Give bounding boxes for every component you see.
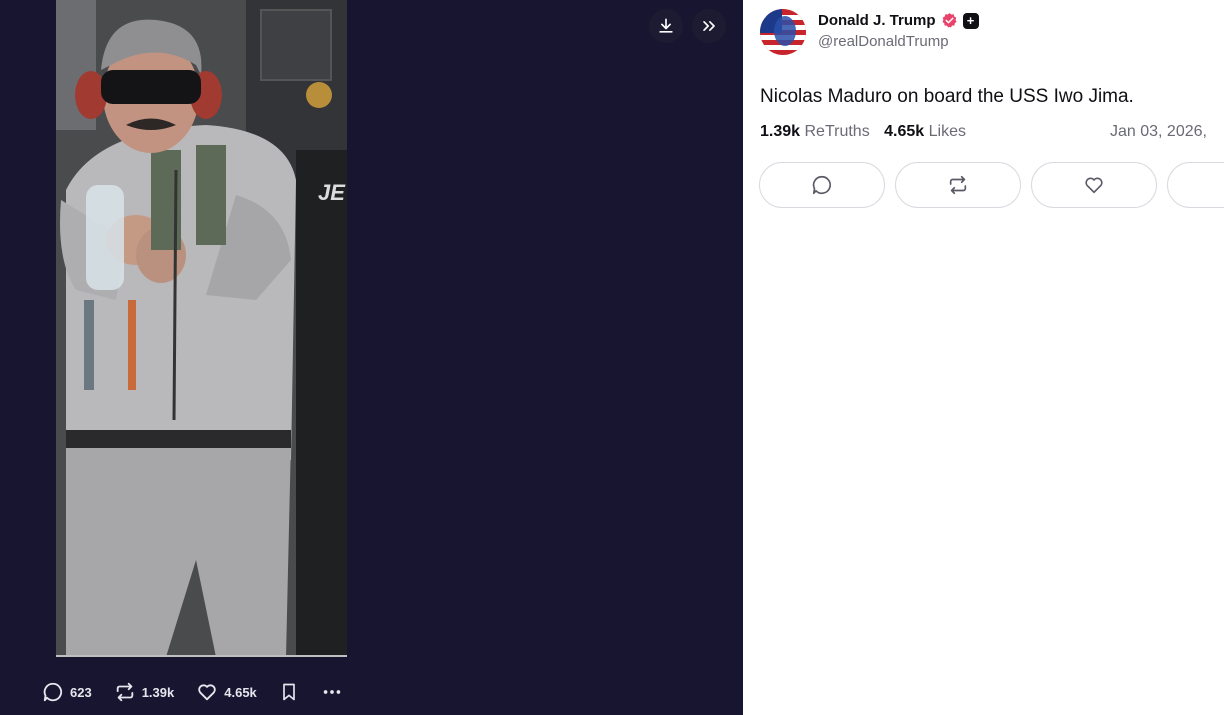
reply-icon (43, 682, 63, 702)
plus-badge: + (962, 12, 979, 29)
reply-button[interactable] (759, 162, 885, 208)
svg-text:JE: JE (318, 180, 346, 205)
post-text: Nicolas Maduro on board the USS Iwo Jima… (760, 86, 1134, 107)
chevrons-right-icon (703, 21, 715, 31)
post-stats: 1.39k ReTruths 4.65k Likes Jan 03, 2026, (760, 123, 1224, 141)
post-photo[interactable]: JE (56, 0, 347, 657)
viewer-like-count: 4.65k (224, 684, 257, 700)
author-handle[interactable]: @realDonaldTrump (818, 33, 979, 50)
viewer-reply-count: 623 (70, 684, 92, 700)
author-name[interactable]: Donald J. Trump (818, 12, 936, 29)
likes-count: 4.65k (884, 123, 925, 140)
retruths-stat[interactable]: 1.39k ReTruths (760, 123, 870, 140)
photo-illustration: JE (56, 0, 347, 655)
viewer-more-button[interactable] (321, 681, 343, 703)
share-button[interactable] (1167, 162, 1224, 208)
toggle-panel-button[interactable] (692, 9, 726, 43)
bookmark-icon (282, 683, 295, 701)
retruths-label: ReTruths (804, 123, 870, 140)
verified-icon (941, 13, 957, 28)
post-panel: Donald J. Trump + @realDonaldTrump Nicol… (743, 0, 1224, 715)
more-icon (323, 690, 341, 694)
avatar[interactable] (760, 9, 806, 55)
viewer-like-button[interactable]: 4.65k (196, 681, 257, 703)
likes-stat[interactable]: 4.65k Likes (884, 123, 966, 140)
like-icon (1085, 177, 1103, 194)
viewer-action-bar: 623 1.39k 4.65k (42, 678, 365, 706)
retruths-count: 1.39k (760, 123, 801, 140)
download-button[interactable] (649, 9, 683, 43)
viewer-retruth-button[interactable]: 1.39k (114, 681, 175, 703)
retruth-button[interactable] (895, 162, 1021, 208)
avatar-image (760, 9, 806, 55)
like-icon (198, 684, 216, 701)
post-date[interactable]: Jan 03, 2026, (1110, 123, 1207, 141)
retruth-icon (116, 682, 133, 702)
author-block: Donald J. Trump + @realDonaldTrump (818, 12, 979, 50)
likes-label: Likes (928, 123, 967, 140)
retruth-icon (949, 175, 967, 195)
reply-icon (812, 175, 831, 195)
viewer-reply-button[interactable]: 623 (42, 681, 92, 703)
media-viewer: JE 623 1.39k 4.65k (0, 0, 743, 715)
like-button[interactable] (1031, 162, 1157, 208)
viewer-retruth-count: 1.39k (141, 684, 175, 700)
download-icon (659, 18, 673, 33)
post-action-buttons (759, 162, 1224, 208)
viewer-bookmark-button[interactable] (279, 681, 299, 703)
